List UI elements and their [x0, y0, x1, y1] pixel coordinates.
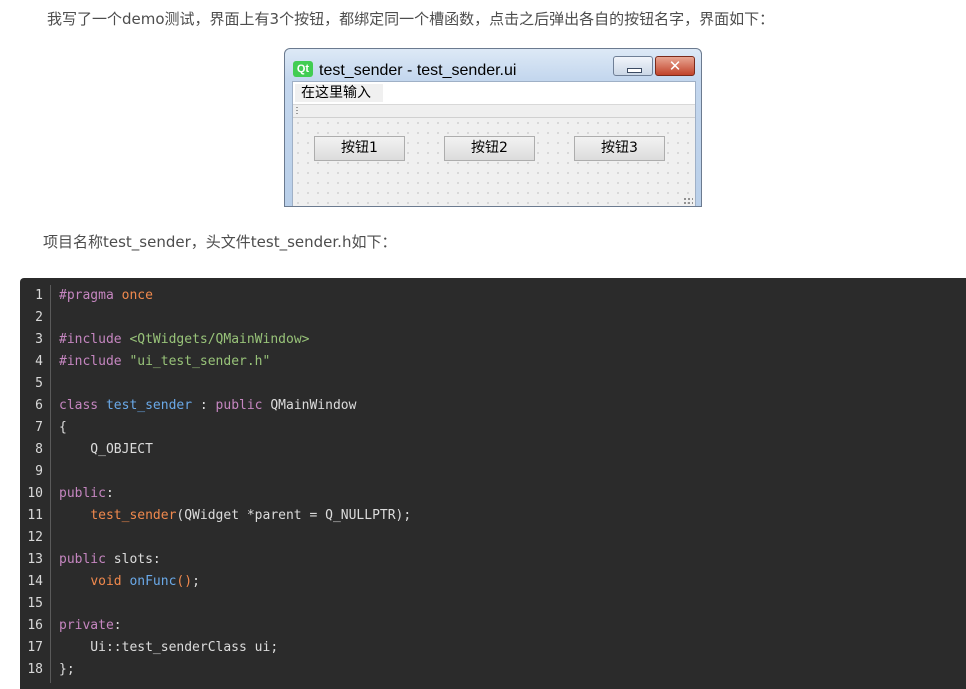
button-2[interactable]: 按钮2: [444, 136, 535, 161]
intro-paragraph: 我写了一个demo测试，界面上有3个按钮，都绑定同一个槽函数，点击之后弹出各自的…: [47, 10, 775, 28]
code-line: #pragma once: [59, 285, 153, 307]
code-token: (): [176, 574, 193, 589]
qt-window-screenshot: Qt test_sender - test_sender.ui ✕ 在这里输入 …: [284, 48, 702, 207]
code-token: QMainWindow: [262, 398, 357, 413]
code-line: private:: [59, 615, 122, 637]
code-token: once: [121, 288, 153, 303]
code-line: #include <QtWidgets/QMainWindow>: [59, 329, 309, 351]
code-token: :: [105, 486, 114, 501]
line-number: 6: [35, 398, 43, 413]
code-token: #pragma: [59, 288, 114, 303]
close-icon: ✕: [668, 57, 682, 75]
code-line: };: [59, 659, 75, 681]
window-title: test_sender - test_sender.ui: [319, 62, 517, 79]
code-line: class test_sender : public QMainWindow: [59, 395, 356, 417]
code-token: class: [59, 398, 99, 413]
code-token: <QtWidgets/QMainWindow>: [129, 332, 310, 347]
line-number-gutter: 1 2 3 4 5 6 7 8 9 10 11 12 13 14 15 16 1…: [20, 285, 51, 683]
menu-bar: 在这里输入: [293, 82, 695, 104]
line-number: 4: [35, 354, 43, 369]
line-number: 11: [27, 508, 43, 523]
code-token: test_sender: [90, 508, 177, 523]
line-number: 10: [27, 486, 43, 501]
code-line: test_sender(QWidget *parent = Q_NULLPTR)…: [59, 505, 411, 527]
line-number: 1: [35, 288, 43, 303]
line-number: 18: [27, 662, 43, 677]
code-token: #include: [59, 354, 122, 369]
toolbar: [293, 104, 695, 118]
qt-logo-icon: Qt: [293, 61, 313, 77]
line-number: 5: [35, 376, 43, 391]
project-paragraph: 项目名称test_sender，头文件test_sender.h如下：: [43, 233, 397, 251]
code-token: void: [90, 574, 122, 589]
line-number: 17: [27, 640, 43, 655]
button-3[interactable]: 按钮3: [574, 136, 665, 161]
code-token: Q_OBJECT: [59, 442, 153, 457]
code-line: #include "ui_test_sender.h": [59, 351, 270, 373]
code-token: :: [192, 398, 216, 413]
line-number: 16: [27, 618, 43, 633]
line-number: 8: [35, 442, 43, 457]
code-block: 1 2 3 4 5 6 7 8 9 10 11 12 13 14 15 16 1…: [20, 278, 966, 689]
line-number: 3: [35, 332, 43, 347]
line-number: 15: [27, 596, 43, 611]
menu-type-here-input[interactable]: 在这里输入: [295, 84, 383, 102]
code-token: public: [59, 552, 106, 567]
line-number: 2: [35, 310, 43, 325]
code-token: :: [113, 618, 122, 633]
code-token: ;: [192, 574, 200, 589]
minimize-button[interactable]: [613, 56, 653, 76]
minimize-icon: [627, 68, 642, 73]
code-token: public: [215, 398, 263, 413]
code-token: "ui_test_sender.h": [129, 354, 271, 369]
code-token: private: [59, 618, 114, 633]
code-token: {: [59, 420, 67, 435]
code-token: #include: [59, 332, 122, 347]
line-number: 13: [27, 552, 43, 567]
resize-grip-icon[interactable]: [683, 197, 693, 206]
code-token: onFunc: [129, 574, 177, 589]
line-number: 7: [35, 420, 43, 435]
code-token: (QWidget *parent = Q_NULLPTR);: [176, 508, 412, 523]
line-number: 12: [27, 530, 43, 545]
code-token: slots:: [105, 552, 161, 567]
line-number: 9: [35, 464, 43, 479]
button-1[interactable]: 按钮1: [314, 136, 405, 161]
central-widget: 按钮1 按钮2 按钮3: [293, 118, 695, 206]
code-line: public slots:: [59, 549, 161, 571]
code-line: Ui::test_senderClass ui;: [59, 637, 278, 659]
toolbar-grip-icon[interactable]: [296, 107, 298, 115]
code-line: Q_OBJECT: [59, 439, 153, 461]
close-button[interactable]: ✕: [655, 56, 695, 76]
code-token: Ui::test_senderClass ui;: [59, 640, 279, 655]
code-line: {: [59, 417, 67, 439]
code-token: test_sender: [105, 398, 193, 413]
line-number: 14: [27, 574, 43, 589]
code-token: public: [59, 486, 106, 501]
code-line: void onFunc();: [59, 571, 200, 593]
code-token: };: [59, 662, 75, 677]
code-line: public:: [59, 483, 114, 505]
window-client-area: 在这里输入 按钮1 按钮2 按钮3: [292, 81, 696, 206]
